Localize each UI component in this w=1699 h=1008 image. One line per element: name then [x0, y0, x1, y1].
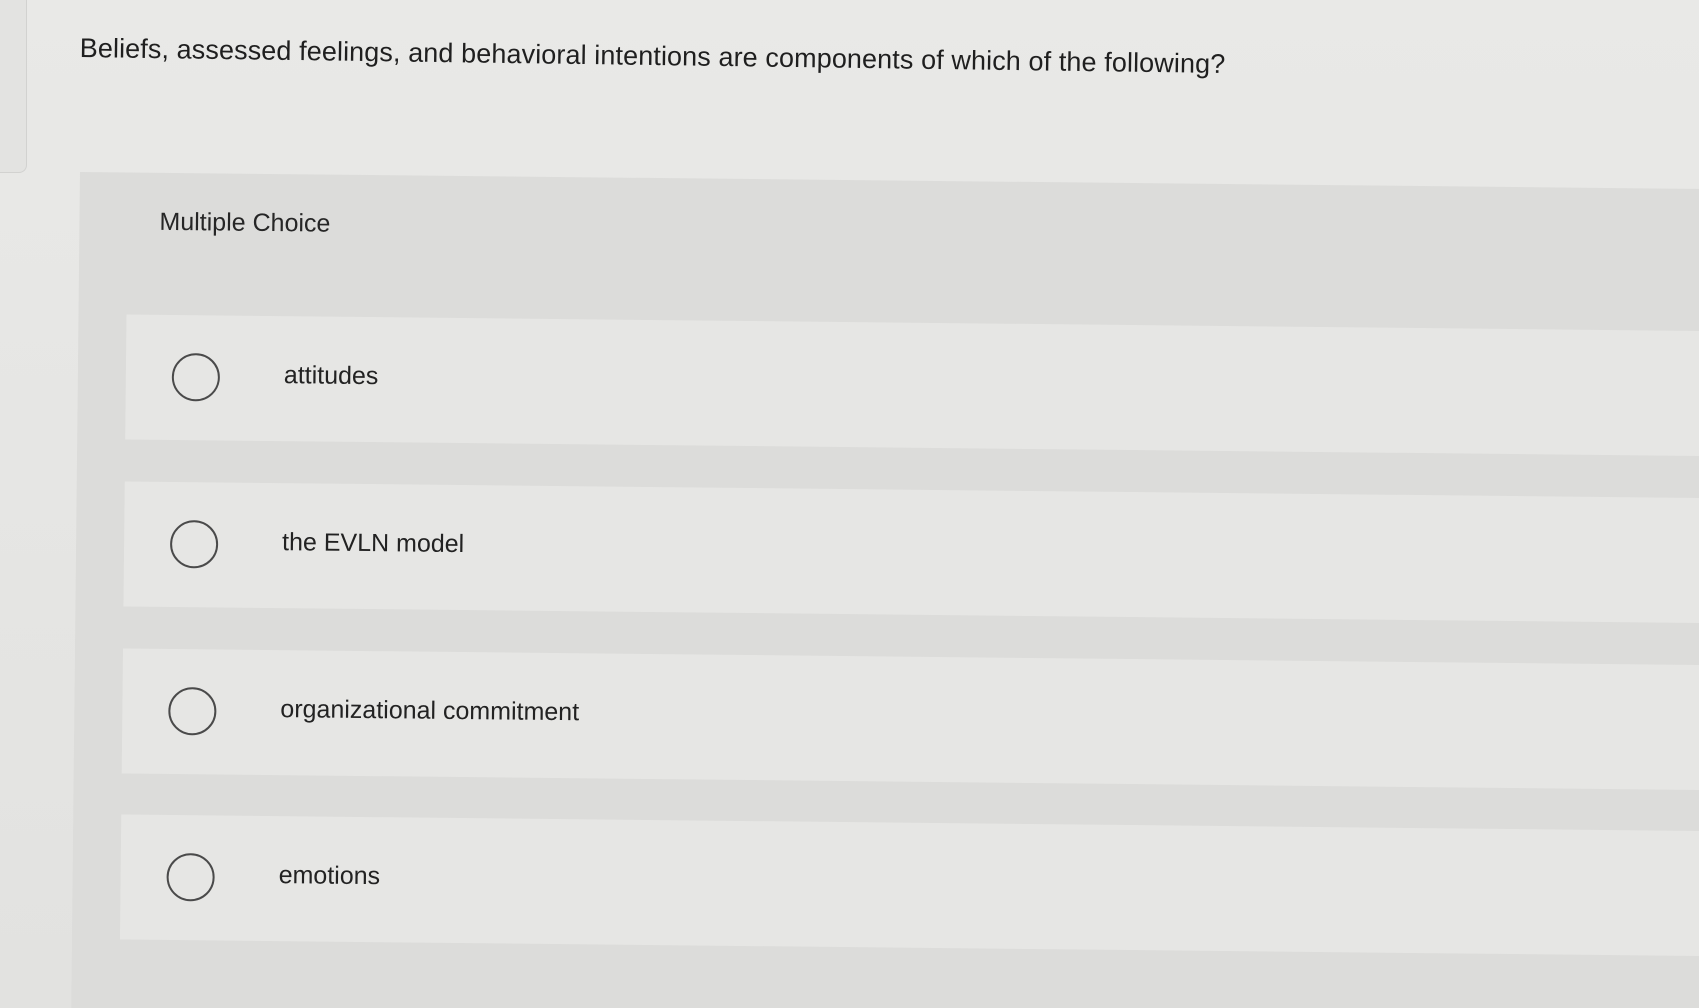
- multiple-choice-label: Multiple Choice: [159, 207, 331, 238]
- radio-button[interactable]: [169, 519, 219, 569]
- side-panel-edge: [0, 0, 27, 173]
- answer-option-emotions[interactable]: emotions: [119, 814, 1699, 957]
- question-text: Beliefs, assessed feelings, and behavior…: [79, 32, 1226, 79]
- answer-option-evln-model[interactable]: the EVLN model: [123, 481, 1699, 624]
- answer-option-attitudes[interactable]: attitudes: [125, 314, 1699, 457]
- answer-label: the EVLN model: [281, 528, 465, 559]
- answer-option-organizational-commitment[interactable]: organizational commitment: [121, 648, 1699, 791]
- radio-button[interactable]: [171, 352, 221, 402]
- answer-label: organizational commitment: [280, 695, 580, 727]
- answer-label: emotions: [278, 861, 381, 891]
- multiple-choice-panel: Multiple Choice attitudes the EVLN model…: [70, 172, 1699, 1008]
- radio-button[interactable]: [168, 686, 217, 736]
- radio-button[interactable]: [166, 852, 215, 902]
- answer-label: attitudes: [283, 361, 379, 391]
- quiz-page: Beliefs, assessed feelings, and behavior…: [0, 0, 1699, 1008]
